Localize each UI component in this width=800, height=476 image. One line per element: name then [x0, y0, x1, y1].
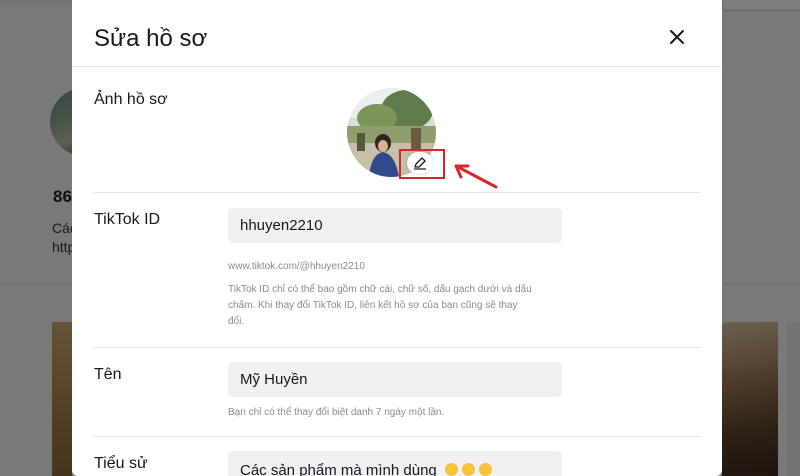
- section-divider: [94, 436, 700, 437]
- bio-text-wrapper: Các sản phẩm mà mình dùng: [240, 462, 492, 476]
- emoji-icon: [461, 463, 475, 476]
- emoji-icon: [444, 463, 458, 476]
- header-divider: [72, 66, 722, 67]
- tiktok-id-label: TikTok ID: [94, 211, 161, 228]
- bio-label: Tiểu sử: [94, 455, 148, 472]
- emoji-icon: [478, 463, 492, 476]
- annotation-arrow: [454, 164, 498, 189]
- section-divider: [94, 192, 700, 193]
- section-divider: [94, 347, 700, 348]
- profile-url-text: www.tiktok.com/@hhuyen2210: [228, 261, 365, 272]
- tiktok-id-input[interactable]: [228, 208, 562, 243]
- modal-title: Sửa hồ sơ: [94, 25, 208, 52]
- tiktok-id-hint-line: chấm. Khi thay đổi TikTok ID, liên kết h…: [228, 300, 518, 311]
- bio-text: Các sản phẩm mà mình dùng: [240, 462, 437, 476]
- annotation-highlight-box: [399, 149, 445, 179]
- edit-profile-modal: Sửa hồ sơ Ảnh hồ sơ TikTok ID hhuyen2210…: [72, 0, 722, 476]
- tiktok-id-hint-line: đổi.: [228, 316, 245, 327]
- profile-photo-label: Ảnh hồ sơ: [94, 91, 168, 108]
- tiktok-id-hint-line: TikTok ID chỉ có thể bao gồm chữ cái, ch…: [228, 284, 532, 295]
- close-icon: [670, 30, 684, 44]
- name-hint-text: Bạn chỉ có thể thay đổi biệt danh 7 ngày…: [228, 407, 445, 418]
- name-label: Tên: [94, 366, 122, 383]
- close-button[interactable]: [666, 26, 688, 48]
- name-input[interactable]: [228, 362, 562, 397]
